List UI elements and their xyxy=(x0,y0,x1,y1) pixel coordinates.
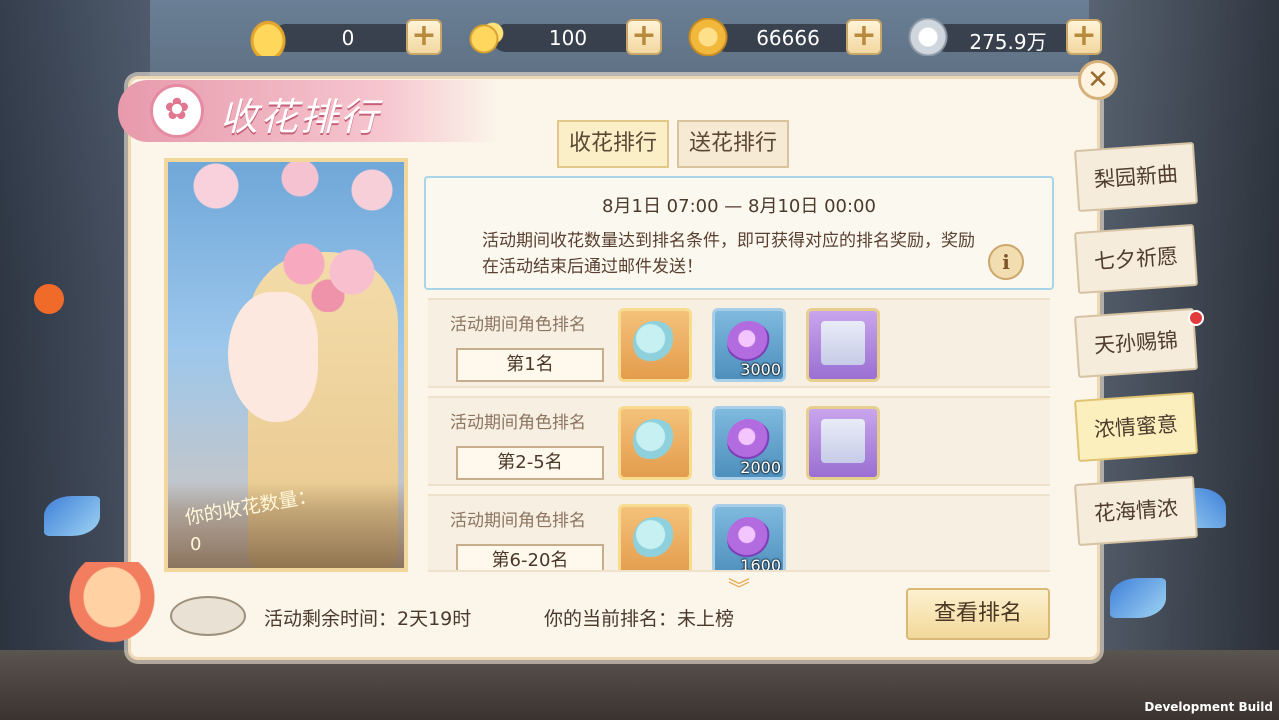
reward-item-key[interactable] xyxy=(618,406,692,480)
heart-key-icon xyxy=(633,321,677,365)
rank-plate: 第1名 xyxy=(456,348,604,382)
scroll-icon xyxy=(821,419,865,463)
tab-send-ranking[interactable]: 送花排行 xyxy=(677,120,789,168)
scroll-more-chevron-icon[interactable]: ︾ xyxy=(728,572,750,604)
event-info-box: 8月1日 07:00 — 8月10日 00:00 活动期间收花数量达到排名条件，… xyxy=(424,176,1054,290)
notification-dot xyxy=(34,284,64,314)
heart-key-icon xyxy=(633,517,677,561)
add-gold-beans-button[interactable]: + xyxy=(626,19,662,55)
item-quantity: 2000 xyxy=(740,458,781,477)
pinwheel-orb-icon xyxy=(727,517,771,561)
bird-icon xyxy=(44,496,100,536)
reward-row: 活动期间角色排名 第6-20名 1600 xyxy=(428,494,1050,572)
pinwheel-orb-icon xyxy=(727,419,771,463)
heart-key-icon xyxy=(633,419,677,463)
side-tab-liyuan[interactable]: 梨园新曲 xyxy=(1073,141,1199,213)
portrait-face xyxy=(228,292,318,422)
reward-item-orb[interactable]: 1600 xyxy=(712,504,786,572)
silver-coin-icon xyxy=(908,18,948,56)
item-quantity: 3000 xyxy=(740,360,781,379)
development-build-label: Development Build xyxy=(1144,700,1273,714)
tab-receive-ranking[interactable]: 收花排行 xyxy=(557,120,669,168)
background-scenery-bottom xyxy=(0,650,1279,720)
reward-row: 活动期间角色排名 第2-5名 2000 xyxy=(428,396,1050,486)
side-tab-huahai[interactable]: 花海情浓 xyxy=(1073,475,1199,547)
side-tab-qixi[interactable]: 七夕祈愿 xyxy=(1073,223,1199,295)
reward-item-scroll[interactable] xyxy=(806,406,880,480)
current-rank-status: 你的当前排名：未上榜 xyxy=(544,608,735,630)
close-button[interactable]: ✕ xyxy=(1078,60,1118,100)
gold-ingot-icon xyxy=(248,18,288,56)
lantern-icon xyxy=(62,562,162,650)
rank-plate: 第2-5名 xyxy=(456,446,604,480)
currency-value: 275.9万 xyxy=(969,30,1047,54)
flower-crown xyxy=(268,232,388,312)
row-label: 活动期间角色排名 xyxy=(450,315,586,335)
currency-value: 100 xyxy=(548,26,588,50)
view-ranking-button[interactable]: 查看排名 xyxy=(906,588,1050,640)
reward-item-orb[interactable]: 2000 xyxy=(712,406,786,480)
gold-coin-icon xyxy=(688,18,728,56)
add-gold-coin-button[interactable]: + xyxy=(846,19,882,55)
rank-plate: 第6-20名 xyxy=(456,544,604,570)
reward-item-key[interactable] xyxy=(618,504,692,570)
bird-icon xyxy=(1110,578,1166,618)
row-label: 活动期间角色排名 xyxy=(450,413,586,433)
cherry-blossom-art xyxy=(168,162,404,242)
character-portrait: 你的收花数量： 0 xyxy=(164,158,408,572)
item-quantity: 1600 xyxy=(740,556,781,572)
event-date-range: 8月1日 07:00 — 8月10日 00:00 xyxy=(602,196,876,217)
side-tab-nongqing[interactable]: 浓情蜜意 xyxy=(1073,391,1199,463)
gold-beans-icon xyxy=(468,18,508,56)
page-title: 收花排行 xyxy=(220,95,381,139)
reward-item-key[interactable] xyxy=(618,308,692,382)
plum-flower-icon: ✿ xyxy=(150,84,204,138)
pinwheel-orb-icon xyxy=(727,321,771,365)
event-remaining-time: 活动剩余时间：2天19时 xyxy=(264,608,472,630)
reward-item-scroll[interactable] xyxy=(806,308,880,382)
row-label: 活动期间角色排名 xyxy=(450,511,586,531)
add-silver-coin-button[interactable]: + xyxy=(1066,19,1102,55)
flower-count-value: 0 xyxy=(190,534,202,555)
currency-value: 0 xyxy=(341,26,355,50)
event-description: 活动期间收花数量达到排名条件，即可获得对应的排名奖励，奖励在活动结束后通过邮件发… xyxy=(482,231,975,277)
currency-value: 66666 xyxy=(756,26,820,50)
add-gold-ingot-button[interactable]: + xyxy=(406,19,442,55)
side-tab-tiansun[interactable]: 天孙赐锦 xyxy=(1073,307,1199,379)
fish-icon xyxy=(170,596,246,636)
reward-item-orb[interactable]: 3000 xyxy=(712,308,786,382)
notification-badge xyxy=(1188,310,1204,326)
reward-row: 活动期间角色排名 第1名 3000 xyxy=(428,298,1050,388)
info-icon[interactable]: i xyxy=(988,244,1024,280)
scroll-icon xyxy=(821,321,865,365)
